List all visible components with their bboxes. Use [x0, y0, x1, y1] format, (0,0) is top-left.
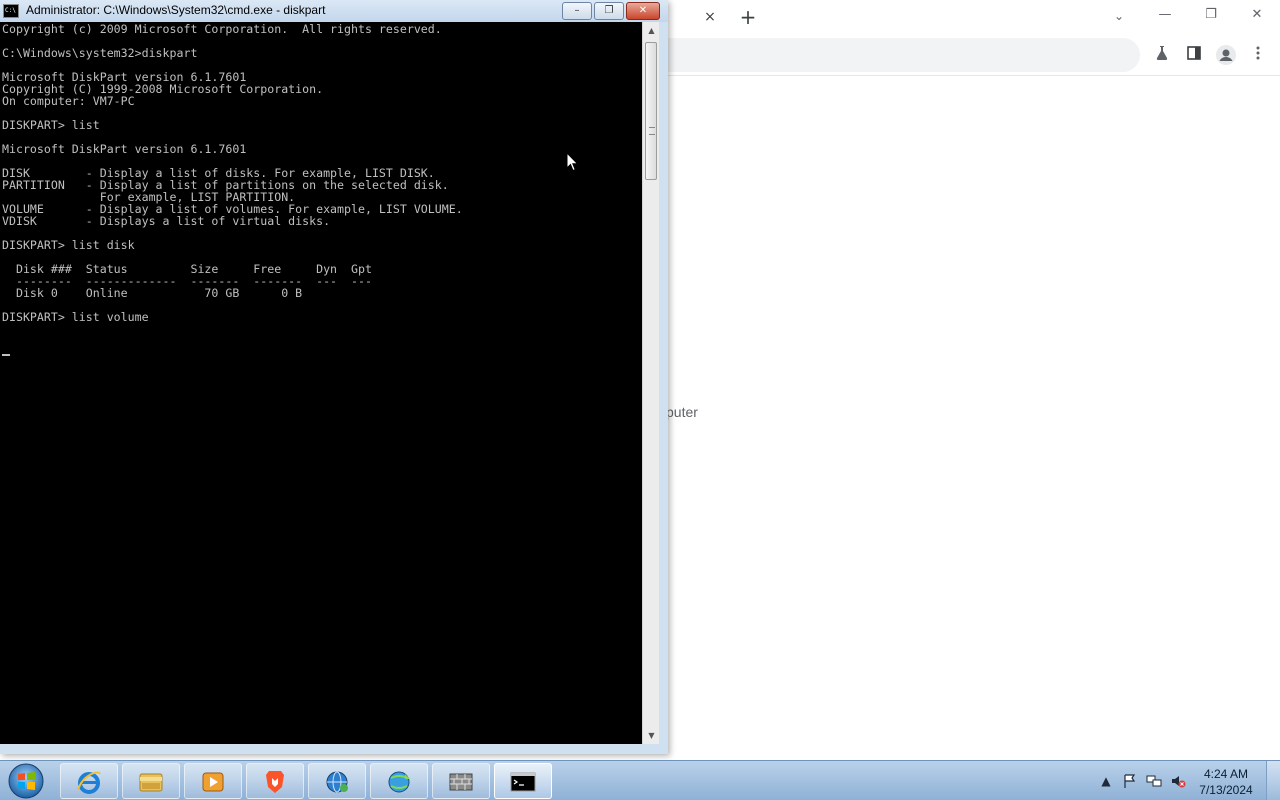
internet-explorer-icon [77, 771, 101, 794]
side-panel-icon[interactable] [1182, 44, 1206, 68]
tab-close-icon[interactable]: × [700, 7, 720, 27]
action-center-flag-icon[interactable] [1122, 773, 1138, 789]
network-globe-icon [326, 771, 348, 793]
firewall-icon [449, 773, 473, 791]
cmd-maximize-button[interactable]: ❐ [594, 2, 624, 20]
connectivity-globe-icon [388, 771, 410, 793]
file-explorer-icon [139, 773, 163, 792]
show-hidden-icons-button[interactable]: ▲ [1098, 773, 1114, 789]
network-status-icon[interactable] [1146, 773, 1162, 789]
cmd-minimize-button[interactable]: – [562, 2, 592, 20]
taskbar-media-player[interactable] [184, 763, 242, 799]
taskbar-command-prompt[interactable] [494, 763, 552, 799]
browser-minimize-button[interactable]: — [1150, 4, 1180, 26]
brave-browser-icon [266, 771, 284, 793]
console-output[interactable]: Copyright (c) 2009 Microsoft Corporation… [0, 22, 642, 744]
mouse-pointer-icon [566, 152, 579, 172]
profile-icon[interactable] [1214, 44, 1238, 68]
text-cursor [2, 354, 10, 356]
new-tab-button[interactable]: + [736, 5, 760, 29]
scroll-down-arrow-icon[interactable]: ▼ [643, 727, 660, 744]
volume-muted-icon[interactable] [1170, 773, 1186, 789]
command-prompt-icon [510, 772, 536, 792]
clock-time[interactable]: 4:24 AM [1196, 767, 1256, 781]
taskbar-brave-browser[interactable] [246, 763, 304, 799]
cmd-frame-bottom [0, 744, 668, 754]
cmd-frame-right [659, 22, 668, 754]
cmd-titlebar[interactable]: C:\ Administrator: C:\Windows\System32\c… [0, 0, 668, 22]
show-desktop-button[interactable] [1266, 761, 1280, 800]
tab-search-chevron-icon[interactable]: ⌄ [1108, 5, 1130, 27]
cmd-window: C:\ Administrator: C:\Windows\System32\c… [0, 0, 668, 754]
taskbar-file-explorer[interactable] [122, 763, 180, 799]
scroll-up-arrow-icon[interactable]: ▲ [643, 22, 660, 39]
scrollbar-thumb[interactable] [645, 42, 657, 180]
cmd-window-title: Administrator: C:\Windows\System32\cmd.e… [26, 3, 326, 17]
taskbar-connectivity-app[interactable] [370, 763, 428, 799]
start-button[interactable] [4, 762, 48, 800]
browser-restore-button[interactable]: ❐ [1196, 4, 1226, 26]
scrollbar-grip-icon [649, 127, 655, 135]
cmd-close-button[interactable]: ✕ [626, 2, 660, 20]
browser-close-button[interactable]: ✕ [1242, 4, 1272, 26]
console-scrollbar[interactable]: ▲ ▼ [642, 22, 659, 744]
taskbar-firewall[interactable] [432, 763, 490, 799]
taskbar: ▲ 4:24 AM 7/13/2024 [0, 760, 1280, 800]
cmd-window-icon: C:\ [3, 4, 19, 18]
labs-icon[interactable] [1150, 44, 1174, 68]
taskbar-network-app[interactable] [308, 763, 366, 799]
clock-date[interactable]: 7/13/2024 [1196, 783, 1256, 797]
page-text-fragment: puter [666, 404, 698, 420]
taskbar-internet-explorer[interactable] [60, 763, 118, 799]
menu-icon[interactable] [1246, 44, 1270, 68]
media-player-icon [202, 772, 224, 792]
console-text: Copyright (c) 2009 Microsoft Corporation… [2, 22, 463, 324]
